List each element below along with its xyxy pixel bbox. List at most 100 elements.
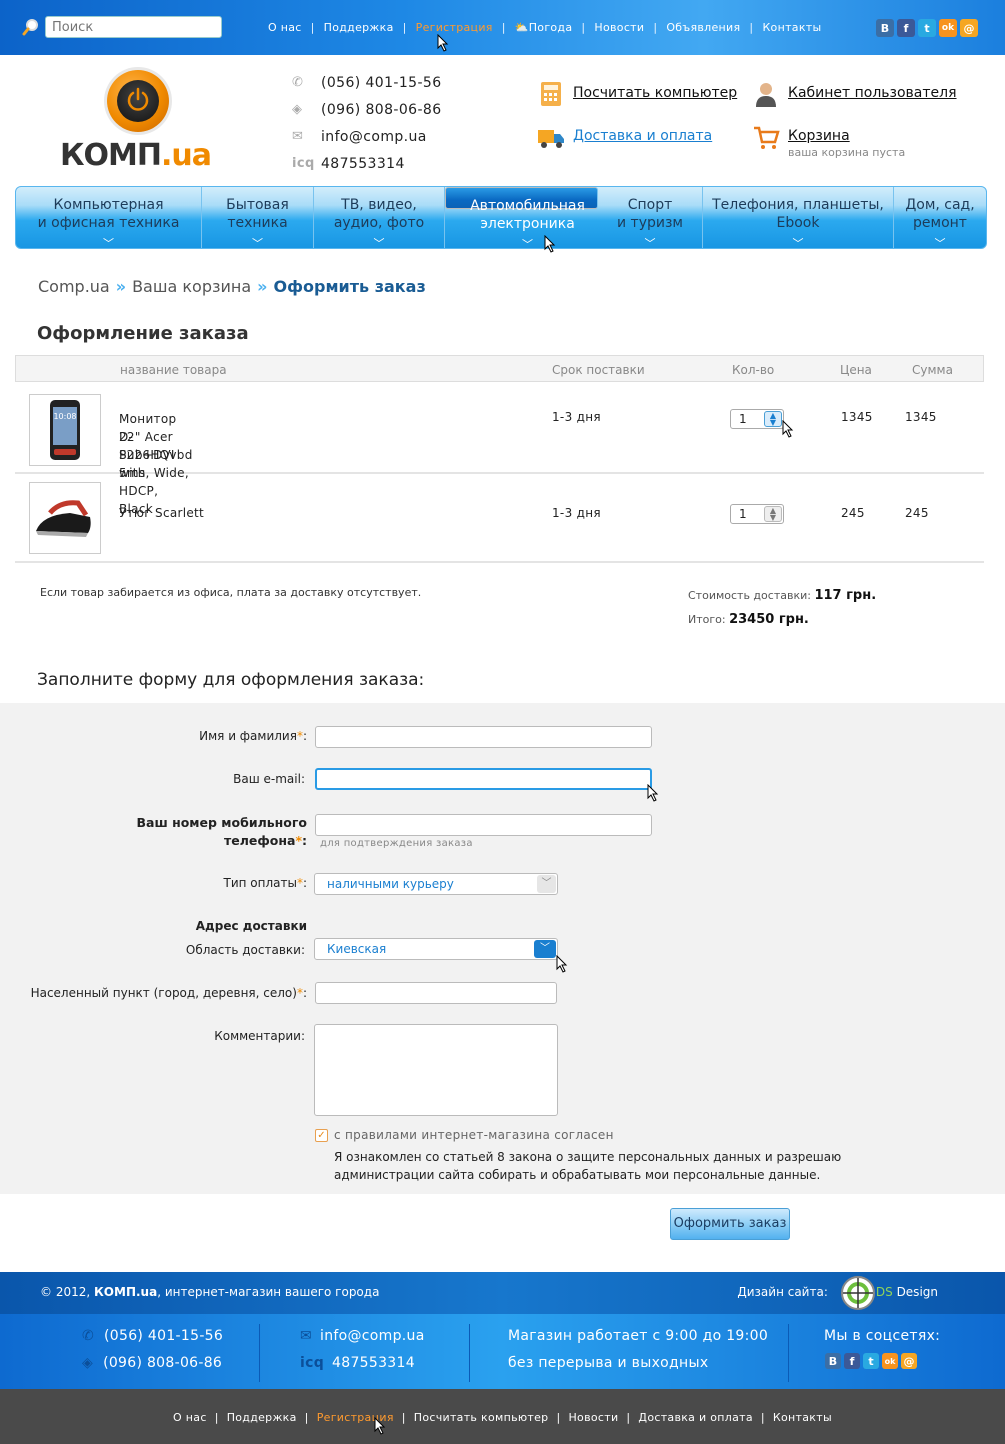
mouse-cursor-icon [544,235,556,253]
col-delivery: Срок поставки [552,363,645,377]
chevron-down-icon: ﹀ [792,237,804,249]
mail-icon[interactable]: @ [901,1353,917,1369]
page-title: Оформление заказа [37,323,249,344]
breadcrumb-cart[interactable]: Ваша корзина [132,277,251,296]
footer-icq: 487553314 [332,1355,415,1371]
odnoklassniki-icon[interactable]: ok [882,1353,898,1369]
topnav-about[interactable]: О нас [268,21,302,34]
chevron-down-icon: ﹀ [534,940,556,958]
category-appliances[interactable]: Бытовая техника ﹀ [202,187,314,248]
mail-icon[interactable]: @ [960,19,978,37]
quantity-value: 1 [739,412,747,426]
mouse-cursor-icon [647,784,659,802]
category-tv-video[interactable]: ТВ, видео, аудио, фото ﹀ [314,187,445,248]
table-header: название товара Срок поставки Кол-во Цен… [15,355,984,382]
table-row: Утюг Scarlett 1-3 дня 1 ▲ ▼ 245 245 [15,474,984,563]
phone-image: 10:08 [50,400,80,460]
city-field[interactable] [315,982,557,1004]
vk-icon[interactable]: В [825,1353,841,1369]
footer-nav-calc[interactable]: Посчитать компьютер [414,1411,549,1424]
topnav-ads[interactable]: Объявления [666,21,740,34]
delivery-payment-link[interactable]: Доставка и оплата [573,128,712,144]
product-thumbnail[interactable]: 10:08 [29,394,101,466]
footer-nav-news[interactable]: Новости [568,1411,618,1424]
delivery-cost-label: Стоимость доставки: [688,589,811,602]
breadcrumb-home[interactable]: Comp.ua [38,277,110,296]
region-select[interactable]: Киевская ﹀ [314,938,558,960]
address-heading: Адрес доставки [195,919,307,933]
topnav-contacts[interactable]: Контакты [762,21,821,34]
mouse-cursor-icon [374,1417,386,1435]
comments-textarea[interactable] [314,1024,558,1116]
product-thumbnail[interactable] [29,482,101,554]
footer-nav-contacts[interactable]: Контакты [773,1411,832,1424]
payment-select[interactable]: наличными курьеру ﹀ [314,873,558,895]
phone-icon: ✆ [292,75,304,90]
agree-checkbox[interactable]: ✓ [315,1129,328,1142]
sum: 245 [905,506,929,520]
quantity-stepper[interactable]: 1 ▲ ▼ [730,409,784,429]
user-cabinet-link[interactable]: Кабинет пользователя [788,85,957,101]
footer-email[interactable]: info@comp.ua [320,1328,425,1344]
footer-nav: О нас | Поддержка | Регистрация | Посчитать ко… [173,1411,832,1424]
vk-icon[interactable]: В [876,19,894,37]
email[interactable]: info@comp.ua [321,129,427,145]
name-field[interactable] [315,726,652,748]
col-price: Цена [840,363,872,377]
submit-order-button[interactable]: Оформить заказ [670,1208,790,1240]
facebook-icon[interactable]: f [844,1353,860,1369]
category-sport[interactable]: Спорт и туризм ﹀ [598,187,703,248]
top-nav: О нас | Поддержка | Регистрация | ⛅Погода | Ново… [268,21,822,34]
odnoklassniki-icon[interactable]: ok [939,19,957,37]
price: 1345 [841,410,873,424]
chevron-down-icon: ﹀ [522,238,533,249]
email-field[interactable] [315,768,652,790]
mouse-cursor-icon [437,34,449,52]
stepper-arrows-icon[interactable]: ▲ ▼ [764,411,782,427]
category-home-garden[interactable]: Дом, сад, ремонт ﹀ [894,187,986,248]
product-name[interactable]: Утюг Scarlett [119,506,204,520]
footer-nav-about[interactable]: О нас [173,1411,207,1424]
payment-label: Тип оплаты*: [223,876,307,890]
delivery-link-block: Доставка и оплата [538,128,712,148]
icq-number: 487553314 [321,155,405,172]
phone-hint: для подтверждения заказа [320,838,473,849]
footer-top: © 2012, КОМП.ua, интернет-магазин вашего… [0,1272,1005,1314]
delivery-note: Если товар забирается из офиса, плата за… [40,586,422,599]
double-chevron-icon: » [115,277,127,296]
top-bar: О нас|Поддержка|Регистрация|⛅Погода|Ново… [0,0,1005,55]
weather-icon: ⛅ [514,21,529,34]
footer-social: Мы в соцсетях: [824,1323,940,1350]
agree-label[interactable]: с правилами интернет-магазина согласен [334,1128,614,1142]
topnav-registration[interactable]: Регистрация [416,21,493,34]
twitter-icon[interactable]: t [918,19,936,37]
order-totals: Стоимость доставки: 117 грн. Итого: 2345… [688,584,876,632]
stepper-arrows-icon[interactable]: ▲ ▼ [764,506,782,522]
topnav-news[interactable]: Новости [594,21,644,34]
category-telephony[interactable]: Телефония, планшеты, Ebook ﹀ [703,187,894,248]
calc-computer-link[interactable]: Посчитать компьютер [573,85,737,101]
cart-link[interactable]: Корзина [788,128,850,144]
topnav-weather[interactable]: Погода [529,21,573,34]
quantity-stepper[interactable]: 1 ▲ ▼ [730,504,784,524]
facebook-icon[interactable]: f [897,19,915,37]
calculator-icon [541,82,561,106]
mouse-cursor-icon [782,420,794,438]
main-category-nav: Компьютерная и офисная техника ﹀ Бытовая те… [15,186,987,249]
category-auto-electronics[interactable]: Автомобильная электроника ﹀ [445,187,598,248]
footer-nav-support[interactable]: Поддержка [227,1411,297,1424]
category-computers[interactable]: Компьютерная и офисная техника ﹀ [16,187,202,248]
twitter-icon[interactable]: t [863,1353,879,1369]
header-contacts: ✆ (056) 401-15-56 ◈ (096) 808-06-86 ✉ info@… [292,69,442,177]
mobile-icon: ◈ [82,1355,94,1371]
footer-nav-delivery[interactable]: Доставка и оплата [638,1411,752,1424]
total-label: Итого: [688,613,726,626]
logo[interactable]: КОМП.ua [60,70,230,173]
phone-field[interactable] [315,814,652,836]
search-input[interactable] [45,16,222,38]
delivery-time: 1-3 дня [552,506,601,520]
site-design-credit: Дизайн сайта: DS Design [737,1285,938,1299]
topnav-support[interactable]: Поддержка [324,21,394,34]
search-icon[interactable] [22,18,40,36]
col-sum: Сумма [912,363,953,377]
